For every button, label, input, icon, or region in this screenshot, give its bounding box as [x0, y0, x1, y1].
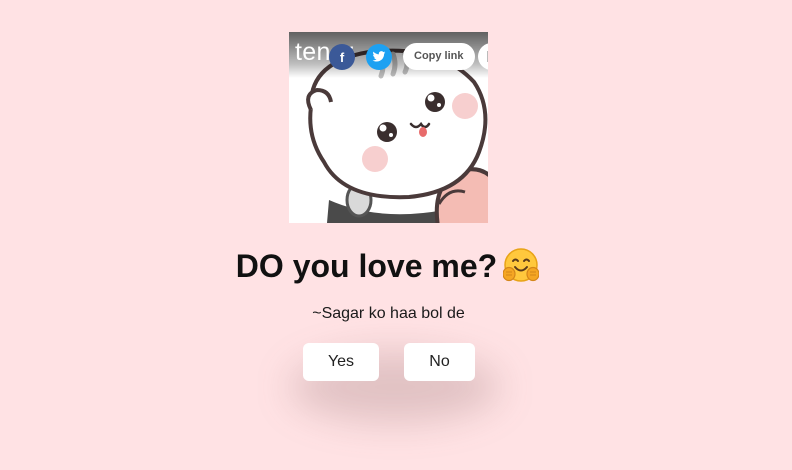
- copy-link-button[interactable]: Copy link: [403, 43, 475, 70]
- svg-text:f: f: [340, 50, 345, 64]
- more-options-button[interactable]: [478, 43, 488, 70]
- gif-embed[interactable]: tenor f Copy link: [289, 32, 488, 223]
- question-text: DO you love me?: [235, 248, 498, 284]
- gif-overlay-bar: tenor f Copy link: [289, 32, 488, 78]
- facebook-share-button[interactable]: f: [329, 44, 355, 70]
- page: tenor f Copy link DO you love me? ~Sagar…: [0, 0, 792, 470]
- hugging-face-emoji-icon: [502, 247, 540, 291]
- twitter-share-button[interactable]: [366, 44, 392, 70]
- facebook-icon: f: [340, 50, 345, 64]
- no-button[interactable]: No: [404, 343, 475, 381]
- yes-button[interactable]: Yes: [303, 343, 379, 381]
- twitter-icon: [372, 51, 386, 62]
- question-heading: DO you love me?: [0, 247, 775, 291]
- subtitle-text: ~Sagar ko haa bol de: [312, 305, 465, 322]
